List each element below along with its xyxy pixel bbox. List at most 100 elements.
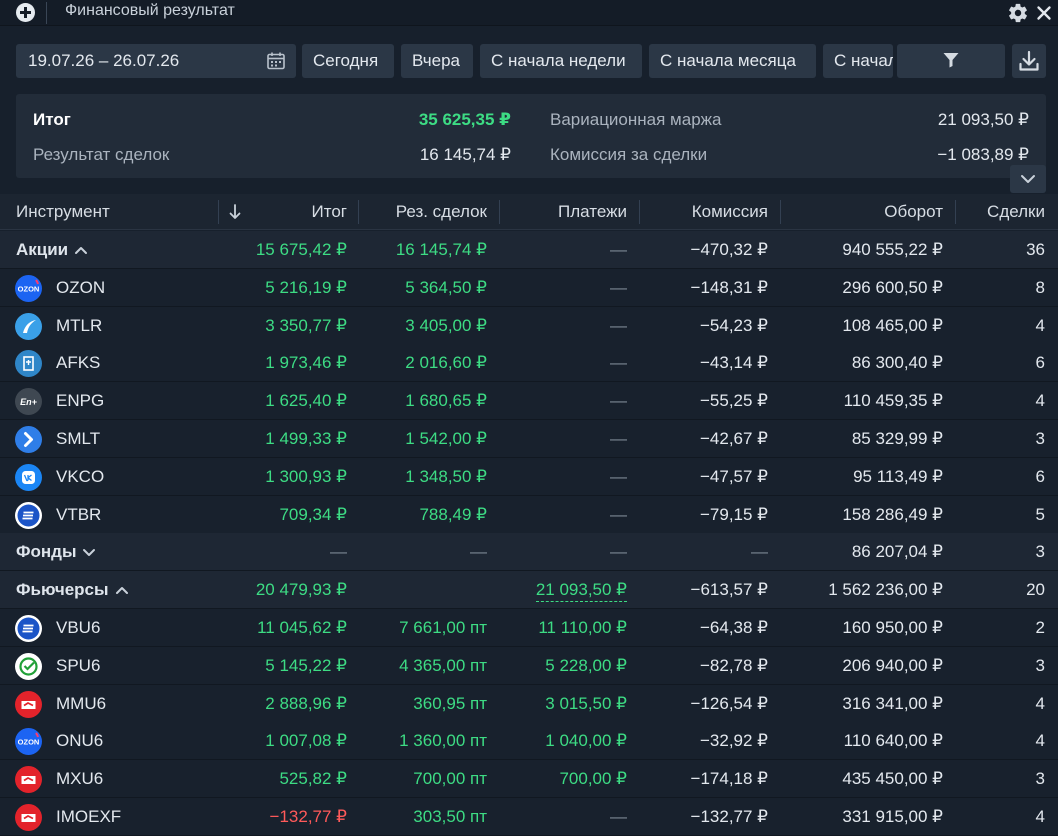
cell-turnover: 296 600,50 ₽ bbox=[842, 277, 943, 297]
header-total[interactable]: Итог bbox=[312, 202, 347, 222]
instrument-ticker: VBU6 bbox=[56, 618, 101, 637]
since-week-button[interactable]: С начала недели bbox=[480, 44, 642, 78]
svg-text:OZON: OZON bbox=[18, 738, 40, 747]
cell-turnover: 86 300,40 ₽ bbox=[851, 353, 943, 373]
cell-turnover: 160 950,00 ₽ bbox=[842, 618, 943, 637]
header-commission[interactable]: Комиссия bbox=[692, 202, 768, 222]
cell-result: 1 542,00 ₽ bbox=[405, 429, 487, 448]
chevron-up-icon[interactable] bbox=[115, 584, 129, 597]
arrow-down-icon[interactable] bbox=[228, 203, 242, 221]
cell-total: −132,77 ₽ bbox=[269, 807, 347, 826]
cell-commission: −43,14 ₽ bbox=[699, 353, 768, 373]
table-row[interactable]: MMU6 2 888,96 ₽ 360,95 пт 3 015,50 ₽ −126,54… bbox=[0, 684, 1058, 723]
moex-logo bbox=[15, 804, 42, 831]
instrument-ticker: IMOEXF bbox=[56, 807, 122, 826]
chevron-up-icon[interactable] bbox=[74, 244, 88, 257]
cell-total: 1 300,93 ₽ bbox=[265, 466, 347, 486]
cell-payments: — bbox=[610, 391, 627, 411]
cell-commission: −64,38 ₽ bbox=[699, 618, 768, 637]
yesterday-button[interactable]: Вчера bbox=[401, 44, 473, 78]
today-button[interactable]: Сегодня bbox=[302, 44, 394, 78]
variation-margin-label: Вариационная маржа bbox=[550, 110, 722, 129]
collapse-summary-button[interactable] bbox=[1010, 165, 1046, 193]
total-value: 35 625,35 ₽ bbox=[418, 110, 511, 129]
plus-icon[interactable] bbox=[16, 3, 35, 22]
cell-trades: 4 bbox=[1035, 731, 1045, 751]
cell-turnover: 110 459,35 ₽ bbox=[843, 391, 943, 411]
calendar-icon[interactable] bbox=[266, 51, 286, 71]
cell-commission: −82,78 ₽ bbox=[699, 655, 768, 675]
table-row[interactable]: SPU6 5 145,22 ₽ 4 365,00 пт 5 228,00 ₽ −82,7… bbox=[0, 646, 1058, 685]
table-row[interactable]: IMOEXF −132,77 ₽ 303,50 пт — −132,77 ₽ 331 91… bbox=[0, 798, 1058, 836]
table-row[interactable]: OZON OZON 5 216,19 ₽ 5 364,50 ₽ — −148,31 ₽ 29… bbox=[0, 268, 1058, 307]
cell-commission: −55,25 ₽ bbox=[699, 391, 768, 411]
header-divider bbox=[218, 200, 219, 224]
cell-payments: 11 110,00 ₽ bbox=[538, 618, 627, 637]
since-year-button[interactable]: С начал bbox=[823, 44, 893, 78]
cell-trades: 6 bbox=[1035, 466, 1045, 486]
table-group-row[interactable]: Фонды — — — — 86 207,04 ₽ 3 bbox=[0, 533, 1058, 572]
instrument-ticker: VTBR bbox=[56, 504, 102, 524]
instrument-ticker: MMU6 bbox=[56, 693, 107, 713]
cell-turnover: 85 329,99 ₽ bbox=[851, 429, 943, 448]
cell-result: 700,00 пт bbox=[413, 769, 487, 789]
title-divider bbox=[46, 2, 47, 24]
trades-result-label: Результат сделок bbox=[33, 145, 170, 164]
cell-payments: — bbox=[610, 353, 627, 373]
instrument-ticker: OZON bbox=[56, 277, 106, 297]
group-name[interactable]: Фьючерсы bbox=[16, 580, 129, 600]
header-instrument[interactable]: Инструмент bbox=[16, 202, 110, 222]
cell-trades: 4 bbox=[1035, 315, 1045, 335]
cell-total: 1 973,46 ₽ bbox=[265, 353, 347, 373]
close-icon[interactable] bbox=[1033, 2, 1055, 24]
table-row[interactable]: OZON ONU6 1 007,08 ₽ 1 360,00 пт 1 040,00 ₽ −… bbox=[0, 722, 1058, 761]
table-row[interactable]: VBU6 11 045,62 ₽ 7 661,00 пт 11 110,00 ₽ −64… bbox=[0, 609, 1058, 647]
cell-payments: — bbox=[610, 429, 627, 448]
table-row[interactable]: AFKS 1 973,46 ₽ 2 016,60 ₽ — −43,14 ₽ 86 300,… bbox=[0, 344, 1058, 383]
enpg-logo: En+ bbox=[15, 388, 42, 416]
cell-total: 709,34 ₽ bbox=[279, 504, 347, 524]
table-row[interactable]: VTBR 709,34 ₽ 788,49 ₽ — −79,15 ₽ 158 286,49 … bbox=[0, 495, 1058, 534]
chevron-down-icon[interactable] bbox=[82, 546, 96, 559]
instrument-ticker: ENPG bbox=[56, 391, 105, 411]
cell-payments: — bbox=[610, 315, 627, 335]
gear-icon[interactable] bbox=[1007, 2, 1029, 24]
filter-button[interactable] bbox=[897, 44, 1005, 78]
table-group-row[interactable]: Акции 15 675,42 ₽ 16 145,74 ₽ — −470,32 ₽ 940… bbox=[0, 231, 1058, 269]
instrument-ticker: ONU6 bbox=[56, 731, 104, 751]
table-row[interactable]: SMLT 1 499,33 ₽ 1 542,00 ₽ — −42,67 ₽ 85 329,… bbox=[0, 420, 1058, 458]
cell-turnover: 316 341,00 ₽ bbox=[842, 693, 943, 713]
table-row[interactable]: MTLR 3 350,77 ₽ 3 405,00 ₽ — −54,23 ₽ 108 465… bbox=[0, 306, 1058, 345]
cell-total: 1 007,08 ₽ bbox=[265, 731, 347, 751]
cell-payments: 700,00 ₽ bbox=[559, 769, 627, 789]
group-label: Акции bbox=[16, 240, 69, 259]
since-month-button[interactable]: С начала месяца bbox=[649, 44, 816, 78]
cell-total: 1 499,33 ₽ bbox=[265, 429, 347, 448]
download-icon bbox=[1019, 50, 1039, 71]
table-row[interactable]: En+ ENPG 1 625,40 ₽ 1 680,65 ₽ — −55,25 ₽ 110 … bbox=[0, 382, 1058, 421]
header-turnover[interactable]: Оборот bbox=[884, 202, 943, 222]
header-divider bbox=[499, 200, 500, 224]
instrument-ticker: AFKS bbox=[56, 353, 101, 373]
header-payments[interactable]: Платежи bbox=[558, 202, 627, 222]
period-toolbar: 19.07.26 – 26.07.26 Сегодня Вчера С нача… bbox=[0, 36, 1058, 86]
cell-payments: 5 228,00 ₽ bbox=[545, 655, 627, 675]
sber-logo bbox=[15, 652, 42, 680]
group-name[interactable]: Акции bbox=[16, 240, 88, 260]
cell-turnover: 435 450,00 ₽ bbox=[842, 769, 943, 789]
table-row[interactable]: MXU6 525,82 ₽ 700,00 пт 700,00 ₽ −174,18 ₽ 43… bbox=[0, 760, 1058, 799]
header-trade-result[interactable]: Рез. сделок bbox=[396, 202, 487, 222]
table-group-row[interactable]: Фьючерсы 20 479,93 ₽ 21 093,50 ₽ −613,57 ₽ 1… bbox=[0, 571, 1058, 610]
summary-panel: Итог 35 625,35 ₽ Результат сделок 16 145… bbox=[16, 94, 1046, 178]
cell-payments: — bbox=[610, 504, 627, 524]
cell-turnover: 110 640,00 ₽ bbox=[843, 731, 943, 751]
header-trades[interactable]: Сделки bbox=[987, 202, 1045, 222]
group-name[interactable]: Фонды bbox=[16, 542, 96, 562]
header-divider bbox=[639, 200, 640, 224]
date-range-field[interactable]: 19.07.26 – 26.07.26 bbox=[16, 44, 296, 78]
cell-commission: −79,15 ₽ bbox=[699, 504, 768, 524]
cell-payments: — bbox=[610, 466, 627, 486]
download-button[interactable] bbox=[1012, 44, 1046, 78]
table-row[interactable]: VKCO 1 300,93 ₽ 1 348,50 ₽ — −47,57 ₽ 95 113,… bbox=[0, 457, 1058, 496]
cell-total: 1 625,40 ₽ bbox=[265, 391, 347, 411]
